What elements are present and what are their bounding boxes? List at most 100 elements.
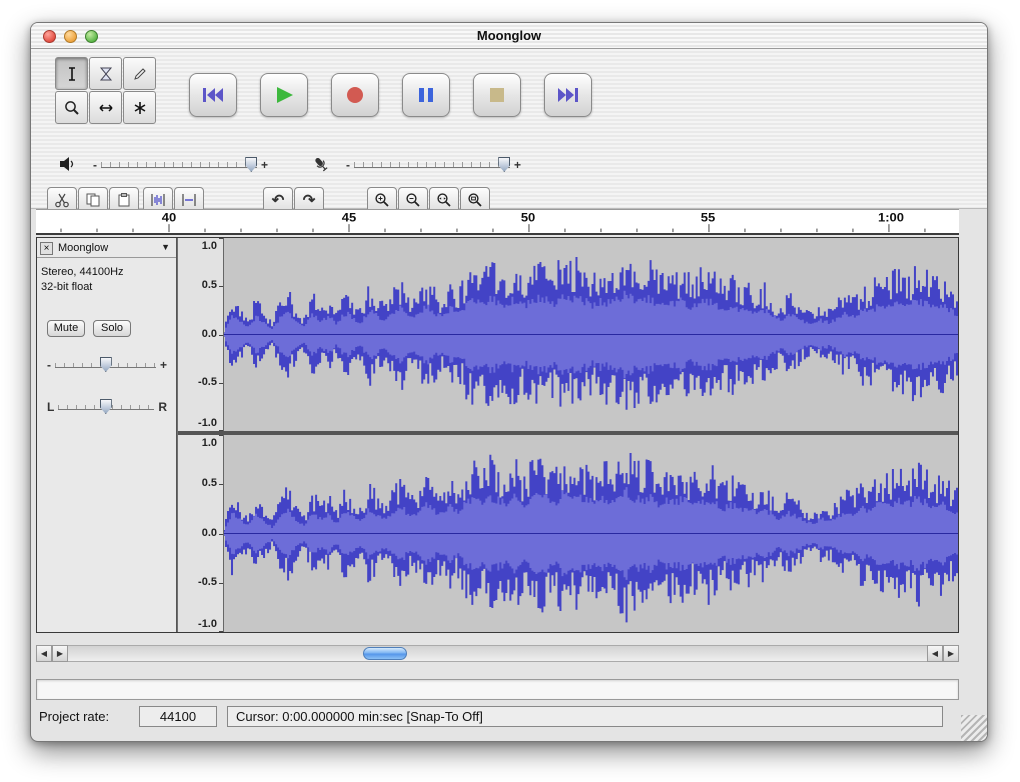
left-right-arrow-icon [97, 99, 115, 117]
svg-text:45: 45 [342, 211, 357, 224]
asterisk-icon [131, 99, 149, 117]
zoom-in-icon [374, 192, 390, 208]
skip-to-end-button[interactable] [544, 73, 592, 117]
selection-tool-button[interactable] [55, 57, 88, 90]
scissors-icon [54, 192, 70, 208]
paste-icon [116, 192, 132, 208]
output-volume-max-label: + [261, 160, 268, 170]
status-bar: Project rate: 44100 Cursor: 0:00.000000 … [31, 705, 987, 729]
scrollbar-track[interactable] [68, 645, 927, 662]
horizontal-scrollbar[interactable]: ◀ ▶ ◀ ▶ [36, 645, 959, 662]
resize-grip[interactable] [961, 715, 987, 741]
message-strip [36, 679, 959, 700]
desktop: Moonglow [0, 0, 1020, 782]
input-volume-max-label: + [514, 160, 521, 170]
redo-icon: ↷ [303, 191, 316, 209]
microphone-icon [311, 155, 331, 175]
multi-tool-button[interactable] [123, 91, 156, 124]
mixer-toolbar: - + - + [31, 153, 987, 179]
skip-to-end-icon [556, 85, 580, 105]
input-volume-min-label: - [346, 160, 350, 170]
vruler-label: 0.0 [202, 527, 217, 539]
copy-icon [85, 192, 101, 208]
ibeam-icon [63, 65, 81, 83]
track-format-info: Stereo, 44100Hz [41, 266, 124, 278]
svg-text:40: 40 [162, 211, 177, 224]
pause-icon [414, 85, 438, 105]
timeline-ruler[interactable]: 404550551:00 [36, 209, 959, 235]
pan-thumb[interactable] [100, 399, 112, 414]
output-volume-min-label: - [93, 160, 97, 170]
cursor-status: Cursor: 0:00.000000 min:sec [Snap-To Off… [227, 706, 943, 727]
scroll-right-button-2[interactable]: ▶ [943, 645, 959, 662]
transport-toolbar [189, 73, 592, 117]
time-shift-tool-button[interactable] [89, 91, 122, 124]
svg-text:55: 55 [701, 211, 716, 224]
input-volume-slider[interactable]: - + [346, 156, 521, 174]
play-icon [272, 85, 296, 105]
track-menu-dropdown[interactable]: ▼ [161, 242, 170, 252]
zoom-out-icon [405, 192, 421, 208]
stop-button[interactable] [473, 73, 521, 117]
track-channels: 1.0 0.5 0.0 -0.5 -1.0 1.0 0.5 0.0 -0.5 [178, 238, 958, 632]
track-header: × Moonglow ▼ [37, 241, 176, 258]
gain-min-label: - [47, 360, 51, 370]
output-volume-slider[interactable]: - + [93, 156, 268, 174]
pencil-icon [131, 65, 149, 83]
gain-max-label: + [160, 360, 167, 370]
trim-icon [150, 192, 166, 208]
record-button[interactable] [331, 73, 379, 117]
play-button[interactable] [260, 73, 308, 117]
solo-button[interactable]: Solo [93, 320, 131, 337]
track-name: Moonglow [58, 242, 108, 254]
skip-to-start-button[interactable] [189, 73, 237, 117]
scroll-left-button-2[interactable]: ◀ [927, 645, 943, 662]
waveform-left-svg [224, 238, 958, 431]
title-bar[interactable]: Moonglow [31, 23, 987, 49]
waveform-right-svg [224, 435, 958, 632]
output-volume-track [101, 162, 257, 168]
input-volume-thumb[interactable] [498, 157, 510, 172]
vruler-label: -1.0 [198, 417, 217, 429]
left-channel: 1.0 0.5 0.0 -0.5 -1.0 [178, 238, 958, 431]
vruler-label: 0.0 [202, 328, 217, 340]
gain-slider[interactable]: - + [47, 356, 167, 374]
vruler-label: -1.0 [198, 618, 217, 630]
tool-palette [55, 57, 156, 125]
waveform-left[interactable] [224, 238, 958, 431]
right-channel: 1.0 0.5 0.0 -0.5 -1.0 [178, 435, 958, 632]
timeline-ruler-svg: 404550551:00 [36, 210, 959, 233]
output-volume-thumb[interactable] [245, 157, 257, 172]
track-area: × Moonglow ▼ Stereo, 44100Hz 32-bit floa… [36, 237, 959, 633]
scroll-right-button[interactable]: ▶ [52, 645, 68, 662]
speaker-icon [59, 155, 77, 173]
gain-thumb[interactable] [100, 357, 112, 372]
project-rate-label: Project rate: [39, 709, 109, 724]
pan-slider[interactable]: L R [47, 398, 167, 416]
zoom-tool-button[interactable] [55, 91, 88, 124]
scrollbar-thumb[interactable] [363, 647, 407, 660]
project-rate-value[interactable]: 44100 [139, 706, 217, 727]
mute-button[interactable]: Mute [47, 320, 85, 337]
stop-icon [485, 85, 509, 105]
vruler-label: 1.0 [202, 240, 217, 252]
envelope-icon [97, 65, 115, 83]
vruler-label: 0.5 [202, 477, 217, 489]
draw-tool-button[interactable] [123, 57, 156, 90]
pan-left-label: L [47, 402, 54, 412]
waveform-right[interactable] [224, 435, 958, 632]
skip-to-start-icon [201, 85, 225, 105]
fit-project-icon [467, 192, 483, 208]
track-close-button[interactable]: × [40, 242, 53, 255]
record-icon [343, 85, 367, 105]
input-volume-track [354, 162, 510, 168]
vruler-label: 0.5 [202, 279, 217, 291]
fit-selection-icon [436, 192, 452, 208]
toolbar-area: - + - + [31, 49, 987, 209]
envelope-tool-button[interactable] [89, 57, 122, 90]
scroll-left-button[interactable]: ◀ [36, 645, 52, 662]
pause-button[interactable] [402, 73, 450, 117]
vruler-label: -0.5 [198, 376, 217, 388]
vruler-label: 1.0 [202, 437, 217, 449]
vertical-ruler-left: 1.0 0.5 0.0 -0.5 -1.0 [178, 238, 224, 431]
